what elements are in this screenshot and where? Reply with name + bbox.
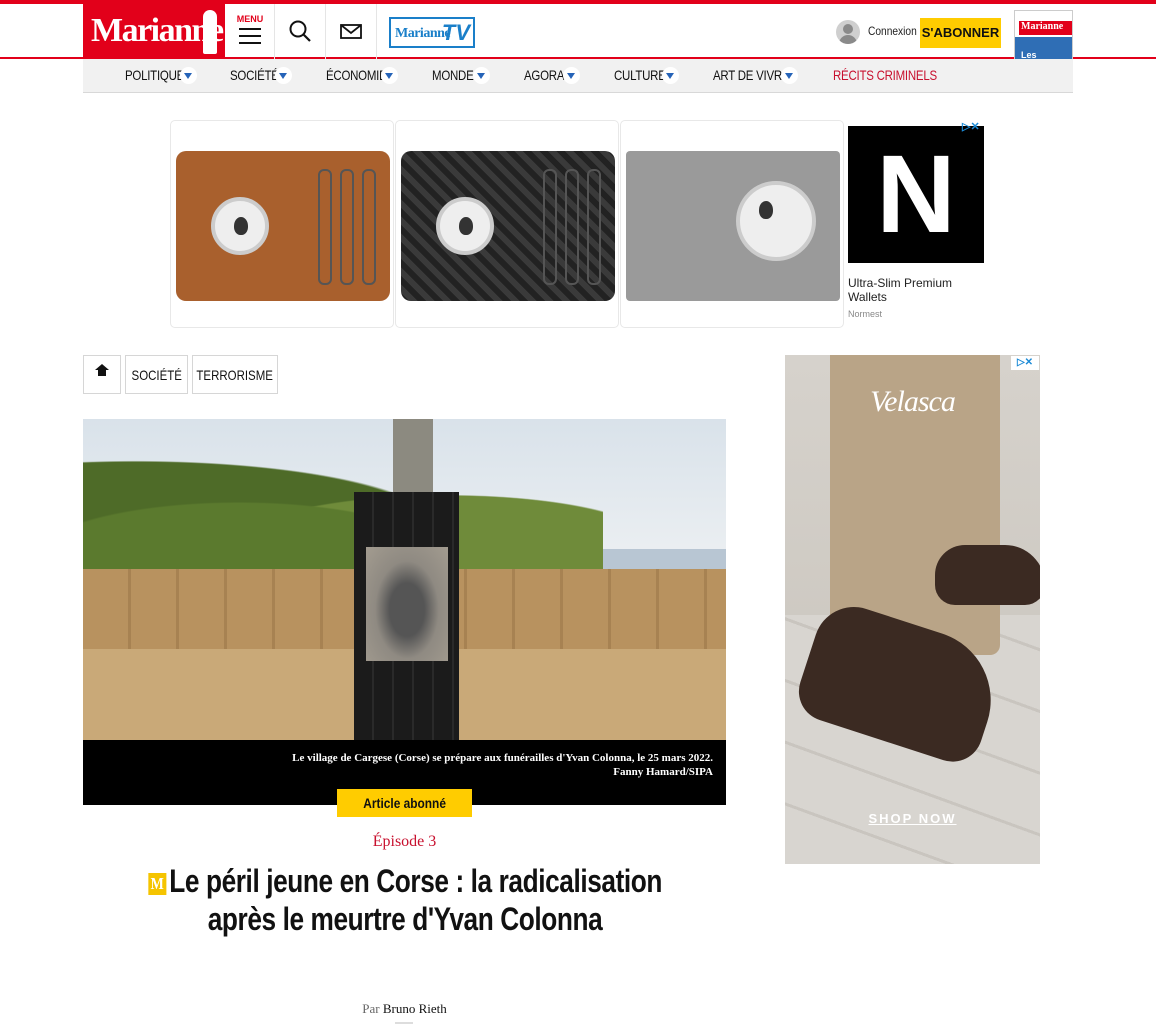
chevron-down-icon[interactable] — [381, 67, 398, 84]
nav-item-recits-criminels[interactable]: RÉCITS CRIMINELS — [833, 59, 960, 91]
ad-product-card[interactable] — [620, 120, 844, 328]
hero-credit: Fanny Hamard/SIPA — [613, 766, 713, 778]
breadcrumb-item-terrorisme[interactable]: TERRORISME — [192, 355, 278, 394]
ad-product-card[interactable] — [395, 120, 619, 328]
side-ad[interactable]: Velasca SHOP NOW ▷✕ — [785, 355, 1040, 864]
nav-item-label: ÉCONOMIE — [326, 67, 387, 83]
wallet-image — [401, 151, 615, 301]
nav-item-label: RÉCITS CRIMINELS — [833, 67, 937, 83]
subscriber-badge-label: Article abonné — [363, 795, 446, 811]
byline: Par Bruno Rieth — [83, 1001, 726, 1017]
hamburger-icon — [239, 28, 261, 44]
mail-icon — [340, 24, 362, 39]
ad-product-card[interactable] — [170, 120, 394, 328]
chevron-down-icon[interactable] — [180, 67, 197, 84]
chevron-down-icon[interactable] — [275, 67, 292, 84]
adchoices-icon[interactable]: ▷✕ — [1011, 356, 1039, 370]
premium-marker-icon: M — [147, 873, 166, 895]
site-logo[interactable]: Marianne — [83, 4, 225, 59]
nav-item-label: CULTURE — [614, 67, 666, 83]
home-icon — [95, 364, 109, 380]
newsletter-button[interactable] — [326, 4, 377, 59]
airtag-icon — [211, 197, 269, 255]
magazine-logo: Marianne — [1019, 21, 1072, 35]
chevron-down-icon[interactable] — [781, 67, 798, 84]
wallet-image — [176, 151, 390, 301]
ad-brand: Normest — [848, 309, 883, 319]
login-link[interactable]: Connexion — [868, 24, 917, 38]
author-link[interactable]: Bruno Rieth — [383, 1001, 447, 1016]
hero-image: Le village de Cargese (Corse) se prépare… — [83, 419, 726, 805]
user-avatar-icon[interactable] — [836, 20, 860, 44]
breadcrumb: SOCIÉTÉ TERRORISME — [83, 355, 278, 394]
chevron-down-icon[interactable] — [473, 67, 490, 84]
nav-item-label: POLITIQUE — [125, 67, 185, 83]
top-banner-ad[interactable]: N Ultra-Slim Premium Wallets Normest ▷✕ — [170, 120, 988, 328]
divider — [395, 1022, 413, 1024]
nav-item-label: MONDE — [432, 67, 474, 83]
breadcrumb-label: SOCIÉTÉ — [131, 366, 182, 383]
ad-headline[interactable]: Ultra-Slim Premium Wallets — [848, 276, 988, 304]
breadcrumb-label: TERRORISME — [196, 366, 274, 383]
shop-now-button[interactable]: SHOP NOW — [785, 811, 1040, 826]
advertiser-logo[interactable]: N — [848, 126, 984, 263]
airtag-icon — [736, 181, 816, 261]
breadcrumb-item-societe[interactable]: SOCIÉTÉ — [125, 355, 188, 394]
search-button[interactable] — [275, 4, 326, 59]
subscriber-badge: Article abonné — [337, 789, 472, 817]
adchoices-icon[interactable]: ▷✕ — [962, 120, 980, 133]
airtag-icon — [436, 197, 494, 255]
wallet-image — [626, 151, 840, 301]
memorial-portrait — [366, 547, 448, 661]
nav-item-label: SOCIÉTÉ — [230, 67, 279, 83]
episode-label: Épisode 3 — [372, 833, 437, 850]
ad-brand-logo: Velasca — [870, 385, 956, 418]
menu-label: MENU — [236, 14, 264, 24]
marianne-tv-logo[interactable]: Marianne TV — [389, 17, 475, 48]
menu-button[interactable]: MENU — [225, 4, 275, 59]
ad-shoe-image — [935, 545, 1040, 605]
site-header: Marianne MENU Marianne TV Connexion S'AB… — [0, 4, 1156, 59]
chevron-down-icon[interactable] — [662, 67, 679, 84]
nav-item-label: ART DE VIVRE — [713, 67, 790, 83]
hero-caption-text: Le village de Cargese (Corse) se prépare… — [292, 752, 713, 764]
breadcrumb-home[interactable] — [83, 355, 121, 394]
subscribe-button[interactable]: S'ABONNER — [920, 18, 1001, 48]
marianne-figure-icon — [203, 10, 217, 54]
marianne-tv-logo-suffix: TV — [441, 20, 470, 45]
byline-prefix: Par — [362, 1001, 380, 1016]
main-nav: POLITIQUE SOCIÉTÉ ÉCONOMIE MONDE AGORA C… — [83, 59, 1073, 93]
article-title: M Le péril jeune en Corse : la radicalisa… — [140, 862, 670, 938]
chevron-down-icon[interactable] — [563, 67, 580, 84]
nav-item-label: AGORA — [524, 67, 565, 83]
search-icon — [289, 20, 311, 42]
article-title-text: Le péril jeune en Corse : la radicalisat… — [169, 863, 663, 937]
